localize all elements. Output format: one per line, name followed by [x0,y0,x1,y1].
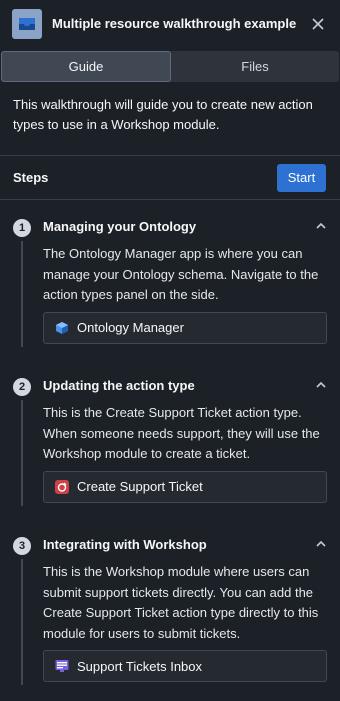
steps-header: Steps Start [0,156,340,200]
step-number: 1 [13,219,31,237]
tab-guide[interactable]: Guide [1,51,171,82]
tab-bar: Guide Files [1,51,339,82]
step-description: The Ontology Manager app is where you ca… [43,246,319,302]
tab-files[interactable]: Files [171,51,339,82]
resource-button-ontology-manager[interactable]: Ontology Manager [43,311,327,344]
step-number: 2 [13,378,31,396]
resource-label: Ontology Manager [77,320,184,335]
step-connector [21,559,23,685]
close-icon[interactable] [308,14,328,34]
panel-title: Multiple resource walkthrough example [52,16,297,31]
workshop-icon [55,659,69,673]
step-connector [21,400,23,506]
step-item: 1 Managing your Ontology The Ontology Ma… [0,217,340,347]
resource-label: Support Tickets Inbox [77,658,203,674]
resource-button-create-support-ticket[interactable]: Create Support Ticket [43,470,327,503]
step-header[interactable]: Updating the action type [43,376,327,394]
chevron-up-icon[interactable] [315,379,327,391]
step-header[interactable]: Integrating with Workshop [43,535,327,553]
start-button[interactable]: Start [277,163,326,192]
cube-icon [55,321,69,335]
intro-text: This walkthrough will guide you to creat… [0,82,340,156]
step-description: This is the Workshop module where users … [43,564,319,641]
step-title: Updating the action type [43,377,195,393]
chevron-up-icon[interactable] [315,220,327,232]
step-connector [21,241,23,347]
action-icon [55,479,69,494]
chevron-up-icon[interactable] [315,538,327,550]
step-description: This is the Create Support Ticket action… [43,405,320,461]
resource-button-support-tickets-inbox[interactable]: Support Tickets Inbox [43,650,327,682]
walkthrough-panel: Multiple resource walkthrough example Gu… [0,0,340,701]
step-header[interactable]: Managing your Ontology [43,217,327,235]
panel-header: Multiple resource walkthrough example [0,0,340,47]
steps-label: Steps [13,170,49,185]
tray-icon [12,8,42,39]
resource-label: Create Support Ticket [77,479,203,494]
step-item: 3 Integrating with Workshop This is the … [0,535,340,685]
step-title: Integrating with Workshop [43,536,207,552]
step-title: Managing your Ontology [43,218,197,234]
step-item: 2 Updating the action type This is the C… [0,376,340,506]
step-number: 3 [13,537,31,555]
